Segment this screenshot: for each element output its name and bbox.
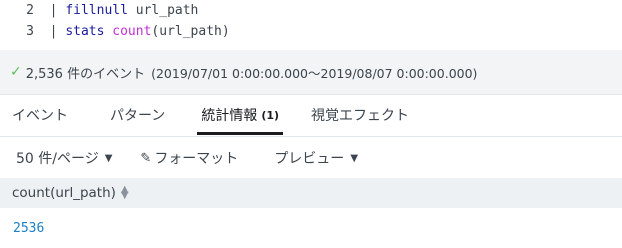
- table-row: 2536: [0, 208, 622, 248]
- tab-label: 視覚エフェクト: [311, 108, 410, 124]
- table-header: count(url_path) ▲ ▼: [0, 178, 622, 208]
- tab-statistics[interactable]: 統計情報 (1): [189, 95, 291, 135]
- command-keyword: stats: [65, 24, 105, 39]
- search-status-bar: ✓ 2,536 件のイベント (2019/07/01 0:00:00.000〜2…: [0, 50, 622, 95]
- results-toolbar: 50 件/ページ ▼ ✎ フォーマット プレビュー ▼: [0, 136, 622, 179]
- tab-visualization[interactable]: 視覚エフェクト: [299, 95, 421, 135]
- search-editor[interactable]: 2 | fillnull url_path 3 | stats count(ur…: [0, 0, 622, 51]
- column-header-count-url-path[interactable]: count(url_path): [12, 185, 116, 201]
- line-number: 2: [26, 3, 34, 18]
- caret-down-icon: ▼: [104, 152, 113, 164]
- function-name: count: [112, 24, 152, 39]
- pipe-symbol: |: [49, 3, 58, 18]
- pencil-icon: ✎: [140, 150, 152, 166]
- command-argument: url_path: [127, 3, 199, 18]
- command-keyword: fillnull: [65, 3, 128, 18]
- tab-count-badge: (1): [261, 108, 280, 122]
- time-range: (2019/07/01 0:00:00.000〜2019/08/07 0:00:…: [151, 65, 478, 81]
- code-line-3: 3 | stats count(url_path): [0, 21, 230, 42]
- tab-label: 統計情報: [201, 108, 258, 124]
- results-tabs: イベント パターン 統計情報 (1) 視覚エフェクト: [0, 95, 622, 135]
- page-size-dropdown[interactable]: 50 件/ページ ▼: [16, 148, 112, 168]
- tab-label: イベント: [12, 108, 68, 124]
- tab-label: パターン: [110, 108, 166, 124]
- sort-icon[interactable]: ▲ ▼: [121, 185, 129, 201]
- format-label: フォーマット: [154, 151, 239, 167]
- page-size-label: 50 件/ページ: [16, 151, 99, 167]
- tab-events[interactable]: イベント: [0, 95, 80, 135]
- event-count: 2,536 件のイベント: [25, 66, 146, 82]
- pipe-symbol: |: [49, 24, 58, 39]
- check-icon: ✓: [10, 64, 22, 80]
- table-cell-value[interactable]: 2536: [13, 221, 44, 236]
- preview-label: プレビュー: [274, 151, 345, 167]
- line-number: 3: [26, 24, 34, 39]
- preview-dropdown[interactable]: プレビュー ▼: [274, 148, 358, 168]
- format-button[interactable]: ✎ フォーマット: [140, 148, 238, 168]
- caret-down-icon: ▼: [350, 152, 359, 164]
- function-args: (url_path): [151, 24, 230, 39]
- code-line-2: 2 | fillnull url_path: [0, 0, 198, 21]
- tab-patterns[interactable]: パターン: [98, 95, 177, 135]
